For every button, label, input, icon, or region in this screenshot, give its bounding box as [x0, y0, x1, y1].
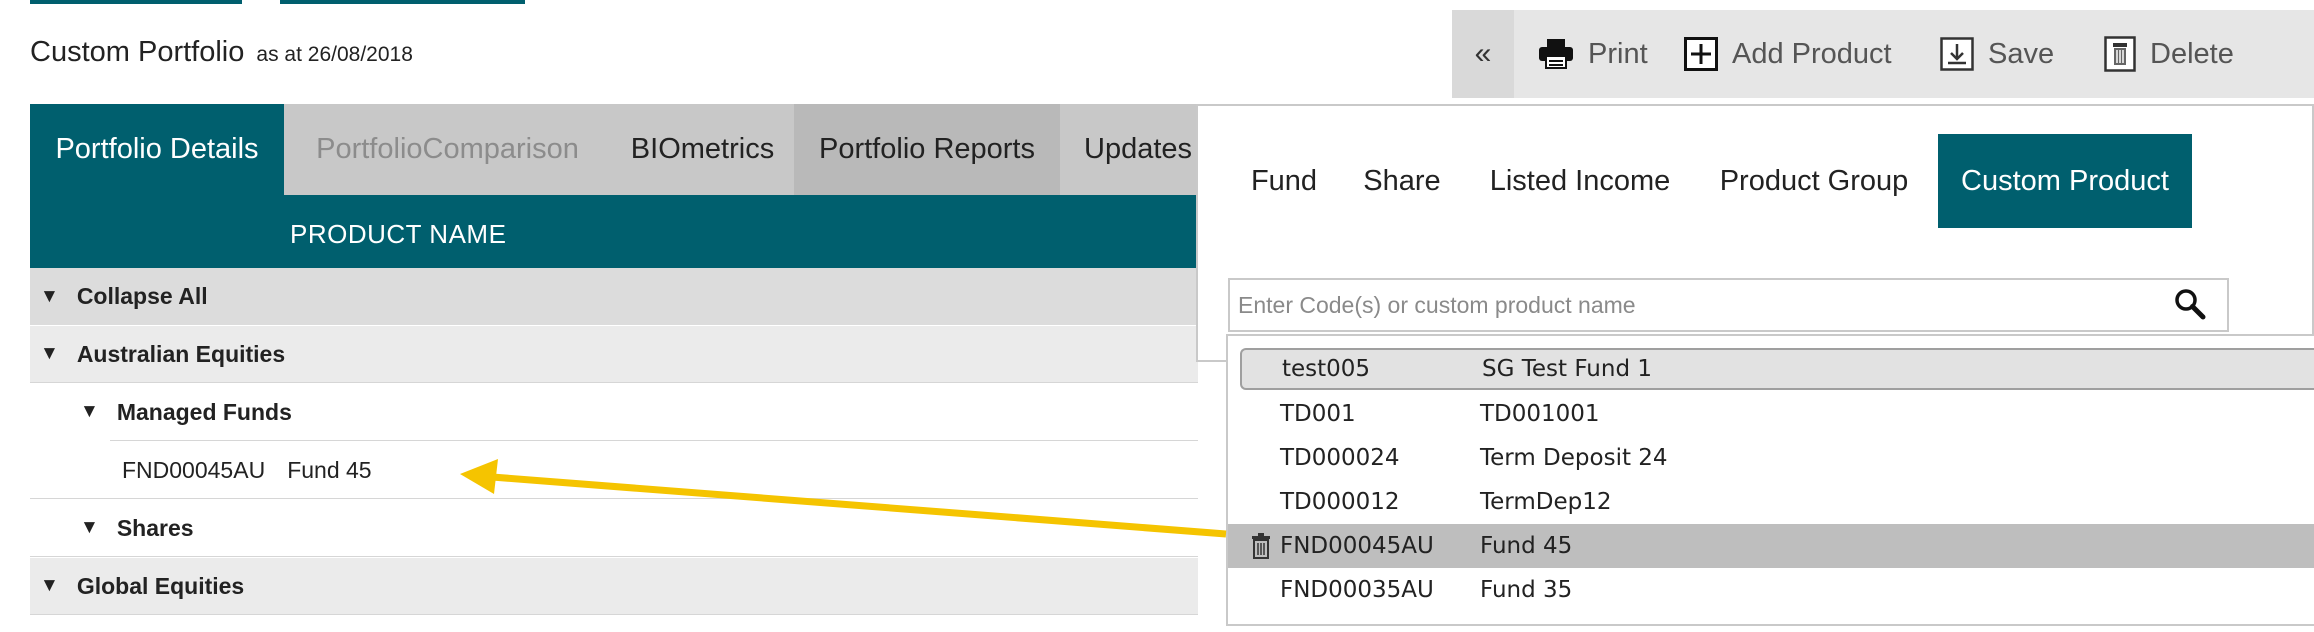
panel-tab-custom-product[interactable]: Custom Product	[1938, 134, 2192, 228]
column-header-product-name: PRODUCT NAME	[290, 219, 507, 249]
delete-label: Delete	[2150, 37, 2234, 70]
tab-label: PortfolioComparison	[316, 133, 579, 165]
product-name: Fund 45	[287, 456, 372, 483]
result-name: Fund 35	[1480, 577, 1573, 603]
printer-icon	[1538, 38, 1574, 70]
result-code: TD000012	[1280, 489, 1400, 515]
page-title-text: Custom Portfolio	[30, 36, 245, 68]
panel-tab-share[interactable]: Share	[1352, 134, 1452, 228]
tab-label: Portfolio Details	[55, 133, 259, 165]
tab-label: Updates	[1084, 133, 1193, 165]
panel-tab-product-group[interactable]: Product Group	[1708, 134, 1920, 228]
result-code: TD001	[1280, 401, 1356, 427]
delete-button[interactable]: Delete	[2104, 10, 2234, 98]
row-label: Australian Equities	[76, 340, 286, 367]
download-icon	[1940, 37, 1974, 71]
group-row-managed-funds[interactable]: ▼ Managed Funds	[80, 384, 1198, 441]
result-name: Fund 45	[1480, 533, 1573, 559]
result-name: TD001001	[1480, 401, 1600, 427]
table-header	[30, 195, 1198, 268]
panel-tab-label: Custom Product	[1961, 164, 2169, 197]
save-button[interactable]: Save	[1940, 10, 2054, 98]
save-label: Save	[1988, 37, 2055, 70]
add-box-icon	[1684, 37, 1718, 71]
result-code: TD000024	[1280, 445, 1400, 471]
panel-tab-listed-income[interactable]: Listed Income	[1480, 134, 1680, 228]
expand-triangle-icon[interactable]: ▼	[40, 575, 59, 597]
row-label: Collapse All	[76, 283, 208, 309]
tab-label: BIOmetrics	[630, 133, 775, 165]
tab-biometrics[interactable]: BIOmetrics	[611, 104, 794, 195]
result-row-fnd00045au[interactable]: FND00045AU Fund 45	[1228, 524, 2314, 568]
search-placeholder: Enter Code(s) or custom product name	[1238, 292, 1636, 318]
product-code: FND00045AU	[122, 456, 266, 483]
tab-portfolio-reports[interactable]: Portfolio Reports	[794, 104, 1060, 195]
top-tab-stub-right	[280, 0, 525, 4]
tab-updates[interactable]: Updates	[1060, 104, 1200, 195]
tab-portfolio-details[interactable]: Portfolio Details	[30, 104, 284, 195]
result-row-td001[interactable]: TD001 TD001001	[1240, 392, 2314, 436]
result-name: TermDep12	[1480, 489, 1612, 515]
result-name: Term Deposit 24	[1480, 445, 1668, 471]
search-icon[interactable]	[2174, 288, 2206, 325]
panel-tab-label: Fund	[1250, 164, 1318, 197]
panel-tab-label: Share	[1363, 164, 1441, 197]
page-title: Custom Portfolio as at 26/08/2018	[30, 36, 413, 69]
expand-triangle-icon[interactable]: ▼	[80, 517, 99, 539]
result-name: SG Test Fund 1	[1482, 356, 1653, 382]
tab-label: Portfolio Reports	[819, 133, 1035, 165]
panel-tab-label: Listed Income	[1489, 164, 1671, 197]
row-label: Managed Funds	[116, 398, 292, 425]
result-row-td000024[interactable]: TD000024 Term Deposit 24	[1240, 436, 2314, 480]
trash-icon	[2104, 36, 2136, 72]
as-at-date: as at 26/08/2018	[256, 43, 413, 66]
add-product-button[interactable]: Add Product	[1684, 10, 1892, 98]
add-product-label: Add Product	[1732, 37, 1892, 70]
collapse-toolbar-button[interactable]: «	[1452, 10, 1514, 98]
delete-result-icon[interactable]	[1250, 533, 1272, 565]
group-row-shares[interactable]: ▼ Shares	[30, 500, 1198, 557]
panel-tab-label: Product Group	[1719, 164, 1909, 197]
tab-portfolio-comparison[interactable]: PortfolioComparison	[284, 104, 611, 195]
expand-triangle-icon[interactable]: ▼	[80, 401, 99, 423]
group-row-global-equities[interactable]: ▼ Global Equities	[30, 558, 1198, 615]
collapse-triangle-icon[interactable]: ▼	[40, 286, 59, 308]
print-button[interactable]: Print	[1538, 10, 1648, 98]
panel-tab-fund[interactable]: Fund	[1236, 134, 1332, 228]
result-code: FND00035AU	[1280, 577, 1434, 603]
result-row-test005[interactable]: test005 SG Test Fund 1	[1240, 348, 2314, 390]
expand-triangle-icon[interactable]: ▼	[40, 343, 59, 365]
result-row-td000012[interactable]: TD000012 TermDep12	[1240, 480, 2314, 524]
top-tab-stub-left	[30, 0, 242, 4]
row-label: Global Equities	[76, 572, 245, 599]
result-row-fnd00035au[interactable]: FND00035AU Fund 35	[1240, 568, 2314, 612]
result-code: FND00045AU	[1280, 533, 1434, 559]
row-label: Shares	[116, 514, 194, 541]
product-row-fund-45[interactable]: FND00045AU Fund 45	[30, 442, 1198, 499]
collapse-all-row[interactable]: ▼ Collapse All	[30, 268, 1198, 325]
group-row-australian-equities[interactable]: ▼ Australian Equities	[30, 326, 1198, 383]
result-code: test005	[1282, 356, 1371, 382]
print-label: Print	[1588, 37, 1648, 70]
